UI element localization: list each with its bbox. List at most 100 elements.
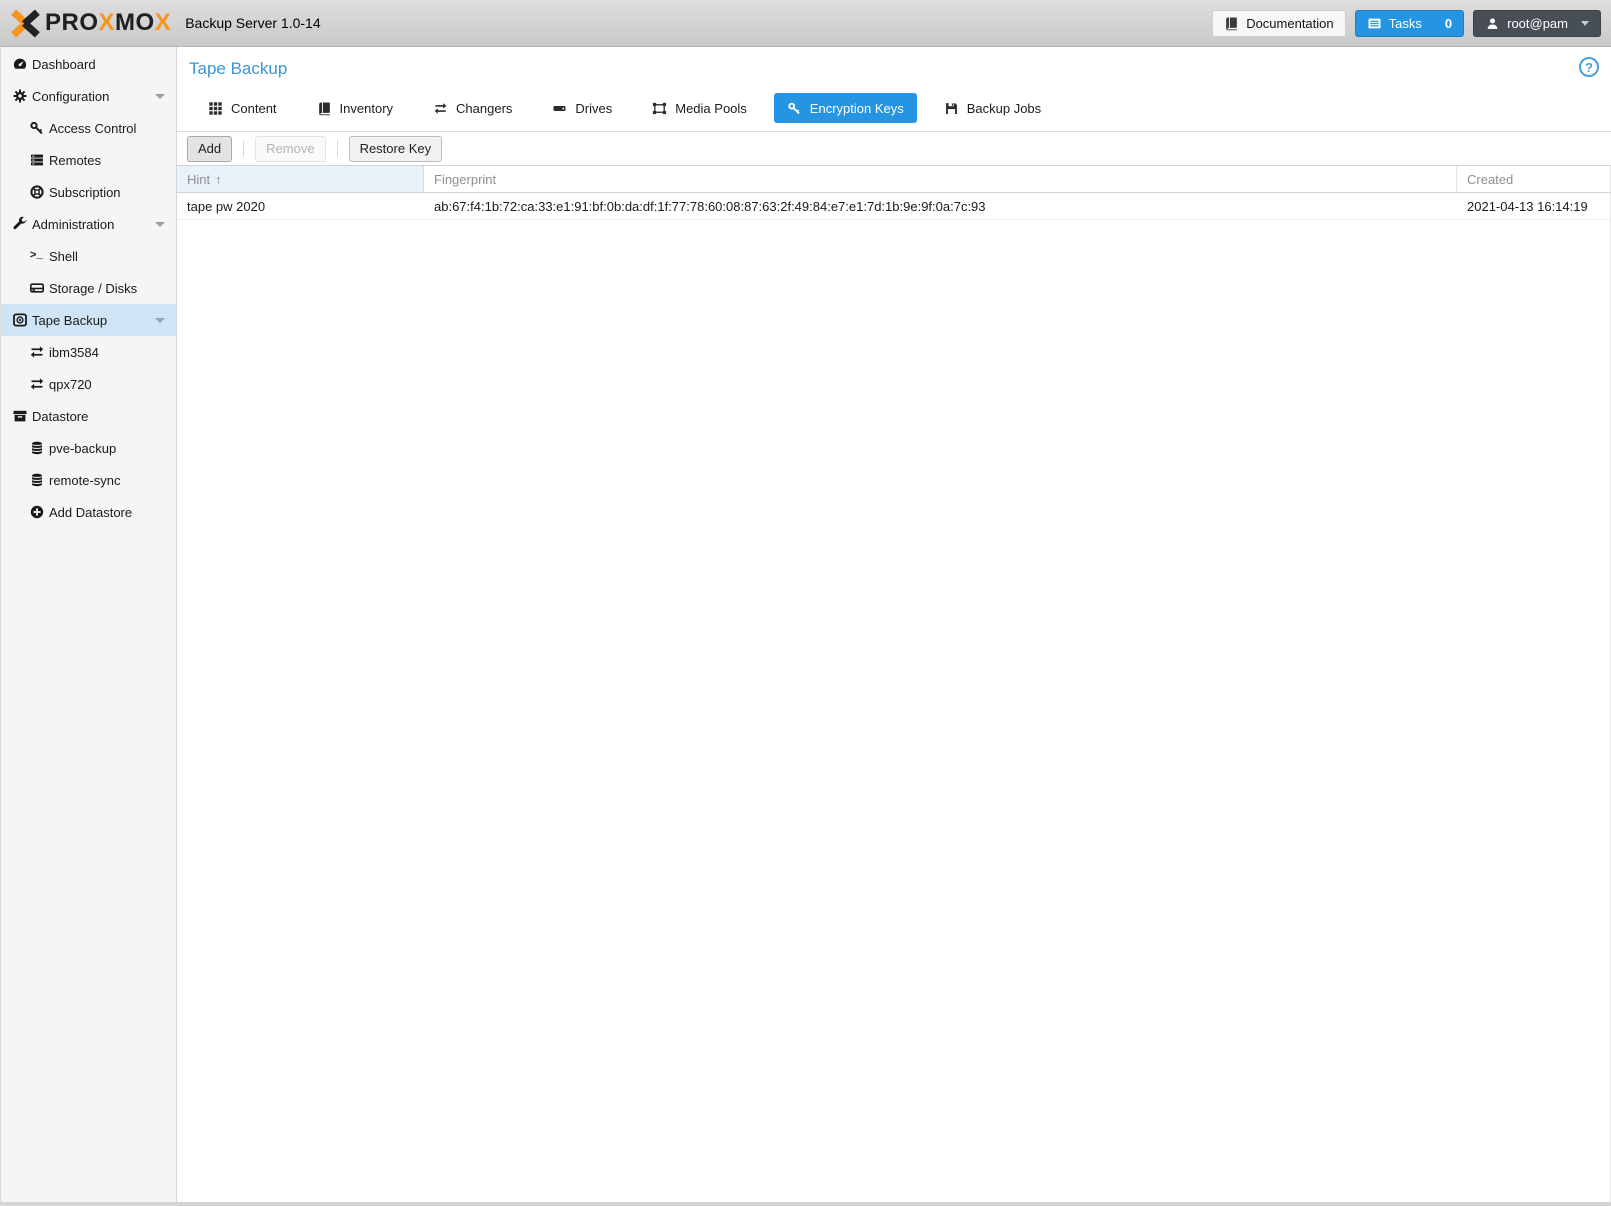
archive-icon bbox=[11, 408, 28, 424]
sidebar-nav: Dashboard Configuration Access Control R… bbox=[0, 47, 177, 1202]
sidebar-item-tape-backup[interactable]: Tape Backup bbox=[1, 304, 176, 336]
column-label: Hint bbox=[187, 172, 210, 187]
sidebar-item-datastore[interactable]: Datastore bbox=[1, 400, 176, 432]
proxmox-x-logo-icon bbox=[10, 8, 41, 39]
column-label: Fingerprint bbox=[434, 172, 496, 187]
tab-backup-jobs[interactable]: Backup Jobs bbox=[931, 93, 1054, 123]
sidebar-item-configuration[interactable]: Configuration bbox=[1, 80, 176, 112]
sidebar-item-remote-sync[interactable]: remote-sync bbox=[1, 464, 176, 496]
sidebar-item-label: Shell bbox=[49, 249, 78, 264]
cell-hint: tape pw 2020 bbox=[177, 193, 424, 219]
sidebar-item-label: remote-sync bbox=[49, 473, 121, 488]
grid-toolbar: Add Remove Restore Key bbox=[177, 132, 1611, 165]
book-icon bbox=[1224, 16, 1239, 31]
exchange-icon bbox=[28, 344, 45, 360]
tasks-label: Tasks bbox=[1389, 16, 1422, 31]
gears-icon bbox=[11, 88, 28, 104]
tasks-button[interactable]: Tasks 0 bbox=[1355, 10, 1464, 37]
documentation-label: Documentation bbox=[1246, 16, 1333, 31]
cell-created: 2021-04-13 16:14:19 bbox=[1457, 193, 1610, 219]
table-row[interactable]: tape pw 2020 ab:67:f4:1b:72:ca:33:e1:91:… bbox=[177, 193, 1610, 220]
database-icon bbox=[28, 440, 45, 456]
sidebar-item-qpx720[interactable]: qpx720 bbox=[1, 368, 176, 400]
table-body: tape pw 2020 ab:67:f4:1b:72:ca:33:e1:91:… bbox=[177, 193, 1611, 1202]
exchange-icon bbox=[28, 376, 45, 392]
wordmark-part: PRO bbox=[45, 9, 99, 36]
sort-asc-icon: ↑ bbox=[215, 172, 222, 187]
column-label: Created bbox=[1467, 172, 1513, 187]
terminal-icon: >_ bbox=[28, 250, 45, 262]
grid-icon bbox=[208, 101, 223, 116]
sidebar-item-label: Access Control bbox=[49, 121, 136, 136]
wrench-icon bbox=[11, 216, 28, 232]
tab-label: Backup Jobs bbox=[967, 101, 1041, 116]
content-panel: Tape Backup ? Content Inventory Changers bbox=[177, 47, 1611, 1202]
sidebar-item-label: Remotes bbox=[49, 153, 101, 168]
tab-label: Changers bbox=[456, 101, 512, 116]
sidebar-item-label: Add Datastore bbox=[49, 505, 132, 520]
database-icon bbox=[28, 472, 45, 488]
chevron-down-icon bbox=[1581, 21, 1589, 26]
documentation-button[interactable]: Documentation bbox=[1212, 10, 1345, 37]
help-icon[interactable]: ? bbox=[1579, 57, 1599, 77]
sidebar-item-add-datastore[interactable]: Add Datastore bbox=[1, 496, 176, 528]
tab-drives[interactable]: Drives bbox=[539, 93, 625, 123]
sidebar-item-label: Storage / Disks bbox=[49, 281, 137, 296]
tab-strip: Content Inventory Changers Drives Media … bbox=[195, 93, 1611, 131]
sidebar-item-label: Tape Backup bbox=[32, 313, 107, 328]
tab-media-pools[interactable]: Media Pools bbox=[639, 93, 760, 123]
user-menu-button[interactable]: root@pam bbox=[1473, 10, 1601, 37]
sidebar-item-label: Subscription bbox=[49, 185, 121, 200]
wordmark-part: MO bbox=[115, 9, 155, 36]
exchange-icon bbox=[433, 101, 448, 116]
column-header-fingerprint[interactable]: Fingerprint bbox=[424, 166, 1457, 192]
wordmark-part: X bbox=[155, 9, 172, 36]
lifering-icon bbox=[28, 184, 45, 200]
tab-content[interactable]: Content bbox=[195, 93, 290, 123]
save-icon bbox=[944, 101, 959, 116]
tab-label: Content bbox=[231, 101, 277, 116]
sidebar-item-ibm3584[interactable]: ibm3584 bbox=[1, 336, 176, 368]
tab-label: Encryption Keys bbox=[810, 101, 904, 116]
cell-fingerprint: ab:67:f4:1b:72:ca:33:e1:91:bf:0b:da:df:1… bbox=[424, 193, 1457, 219]
drive-icon bbox=[552, 101, 567, 116]
tape-icon bbox=[11, 312, 28, 328]
sidebar-item-label: ibm3584 bbox=[49, 345, 99, 360]
sidebar-item-administration[interactable]: Administration bbox=[1, 208, 176, 240]
add-button[interactable]: Add bbox=[187, 136, 232, 162]
toolbar-separator bbox=[243, 140, 244, 157]
tab-label: Media Pools bbox=[675, 101, 747, 116]
page-title: Tape Backup bbox=[189, 59, 1599, 79]
user-label: root@pam bbox=[1507, 16, 1568, 31]
sidebar-item-subscription[interactable]: Subscription bbox=[1, 176, 176, 208]
sidebar-item-dashboard[interactable]: Dashboard bbox=[1, 48, 176, 80]
sidebar-item-label: Dashboard bbox=[32, 57, 96, 72]
collapse-caret-icon[interactable] bbox=[155, 94, 165, 99]
tab-encryption-keys[interactable]: Encryption Keys bbox=[774, 93, 917, 123]
sidebar-item-label: pve-backup bbox=[49, 441, 116, 456]
collapse-caret-icon[interactable] bbox=[155, 318, 165, 323]
tab-changers[interactable]: Changers bbox=[420, 93, 525, 123]
proxmox-wordmark: PROXMOX bbox=[45, 9, 171, 37]
sidebar-item-pve-backup[interactable]: pve-backup bbox=[1, 432, 176, 464]
wordmark-part: X bbox=[99, 9, 116, 36]
tab-label: Inventory bbox=[340, 101, 393, 116]
sidebar-item-shell[interactable]: >_ Shell bbox=[1, 240, 176, 272]
tab-inventory[interactable]: Inventory bbox=[304, 93, 406, 123]
key-icon bbox=[787, 101, 802, 116]
column-header-hint[interactable]: Hint ↑ bbox=[177, 166, 424, 192]
key-icon bbox=[28, 120, 45, 136]
remove-button: Remove bbox=[255, 136, 325, 162]
restore-key-button[interactable]: Restore Key bbox=[349, 136, 443, 162]
collapse-caret-icon[interactable] bbox=[155, 222, 165, 227]
sidebar-item-remotes[interactable]: Remotes bbox=[1, 144, 176, 176]
tab-label: Drives bbox=[575, 101, 612, 116]
toolbar-separator bbox=[337, 140, 338, 157]
sidebar-item-access-control[interactable]: Access Control bbox=[1, 112, 176, 144]
sidebar-item-label: Configuration bbox=[32, 89, 109, 104]
tasks-list-icon bbox=[1367, 16, 1382, 31]
sidebar-item-storage-disks[interactable]: Storage / Disks bbox=[1, 272, 176, 304]
column-header-created[interactable]: Created bbox=[1457, 166, 1611, 192]
list-icon bbox=[28, 152, 45, 168]
user-icon bbox=[1485, 16, 1500, 31]
